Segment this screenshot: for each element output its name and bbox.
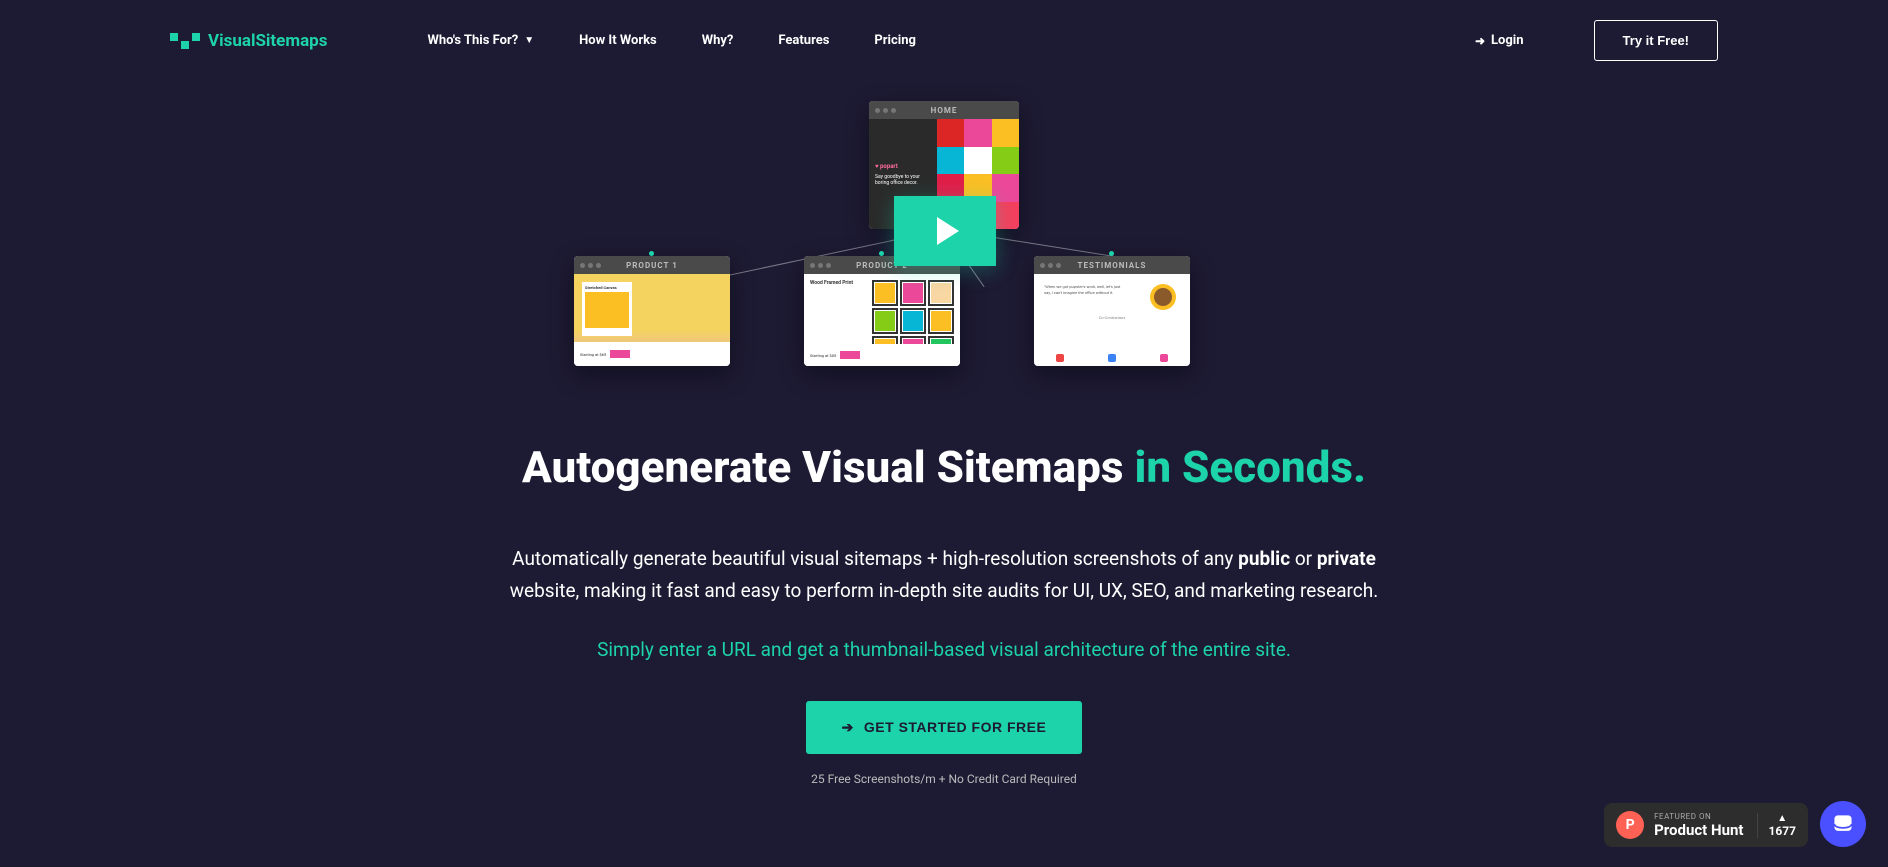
hero-subtext: Automatically generate beautiful visual … (484, 543, 1404, 608)
play-video-button[interactable] (894, 196, 996, 266)
main-navigation: VisualSitemaps Who's This For? ▼ How It … (0, 0, 1888, 81)
chat-icon (1831, 812, 1855, 836)
cta-subtext: 25 Free Screenshots/m + No Credit Card R… (811, 772, 1077, 786)
nav-why[interactable]: Why? (702, 33, 734, 48)
testimonials-title: TESTIMONIALS (1078, 261, 1147, 270)
brand-name: VisualSitemaps (208, 31, 327, 51)
get-started-button[interactable]: ➔ GET STARTED FOR FREE (806, 701, 1083, 754)
hero-section: HOME ♥ popart Say goodbye to your boring… (0, 101, 1888, 786)
brand-logo[interactable]: VisualSitemaps (170, 31, 327, 51)
upvote-icon: ▲ (1777, 813, 1787, 824)
sitemap-diagram: HOME ♥ popart Say goodbye to your boring… (594, 101, 1294, 401)
product-hunt-icon: P (1616, 811, 1644, 839)
home-card-title: HOME (931, 106, 958, 115)
diagram-testimonials-card: TESTIMONIALS "When we got pupster's work… (1034, 256, 1190, 366)
intercom-chat-button[interactable] (1820, 801, 1866, 847)
nav-how-it-works[interactable]: How It Works (579, 33, 657, 48)
arrow-right-icon: ➔ (842, 719, 854, 736)
try-free-button[interactable]: Try it Free! (1594, 20, 1718, 61)
product-hunt-badge[interactable]: P FEATURED ON Product Hunt ▲ 1677 (1604, 803, 1808, 847)
nav-who-for[interactable]: Who's This For? ▼ (427, 33, 534, 48)
diagram-product2-card: PRODUCT 2 Wood Framed Print Starting at … (804, 256, 960, 366)
product1-title: PRODUCT 1 (626, 261, 678, 270)
hero-tagline: Simply enter a URL and get a thumbnail-b… (597, 638, 1291, 661)
hero-headline: Autogenerate Visual Sitemaps in Seconds. (522, 441, 1366, 493)
nav-features[interactable]: Features (778, 33, 829, 48)
ph-name: Product Hunt (1654, 821, 1743, 839)
login-link[interactable]: ➜ Login (1475, 33, 1524, 48)
diagram-product1-card: PRODUCT 1 Stretched Canvas Starting at $… (574, 256, 730, 366)
logo-icon (170, 33, 200, 49)
ph-featured-label: FEATURED ON (1654, 812, 1743, 821)
login-icon: ➜ (1475, 34, 1485, 48)
ph-vote-count: 1677 (1768, 824, 1796, 838)
nav-items: Who's This For? ▼ How It Works Why? Feat… (427, 33, 1424, 48)
nav-pricing[interactable]: Pricing (874, 33, 916, 48)
chevron-down-icon: ▼ (524, 35, 534, 46)
